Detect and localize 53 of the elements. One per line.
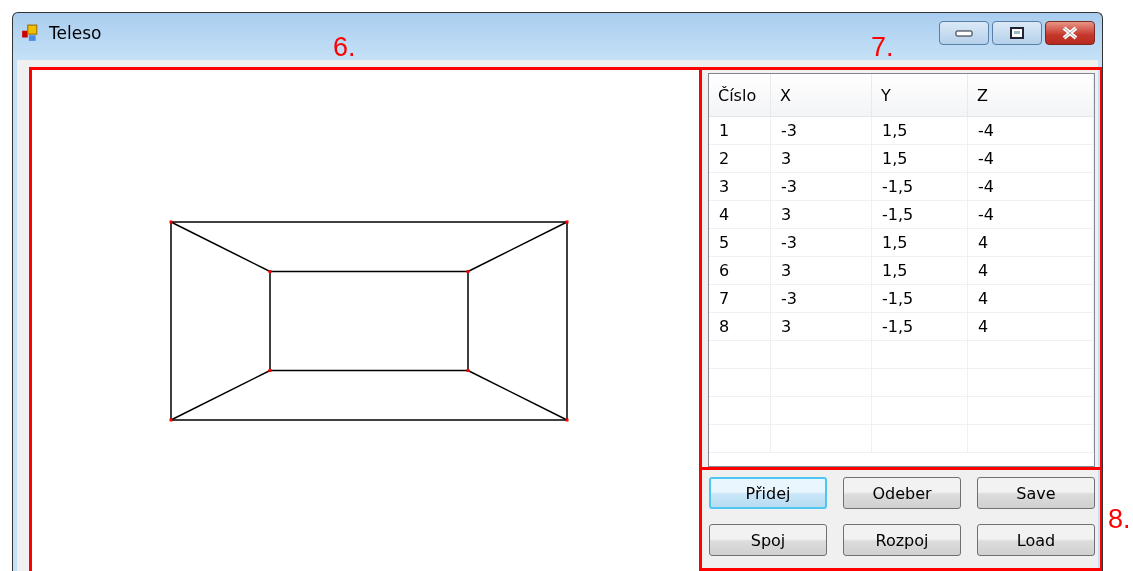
table-cell: 4 — [968, 257, 1094, 284]
table-cell: 4 — [709, 201, 771, 228]
annotation-label: 8. — [1108, 506, 1131, 533]
action-button[interactable]: Save — [977, 477, 1095, 509]
table-cell: -3 — [771, 117, 872, 144]
table-cell: 3 — [709, 173, 771, 200]
table-cell: -1,5 — [872, 201, 968, 228]
table-cell: 1 — [709, 117, 771, 144]
maximize-button[interactable] — [992, 21, 1042, 45]
action-button[interactable]: Spoj — [709, 524, 827, 556]
minimize-button[interactable] — [939, 21, 989, 45]
close-icon — [1061, 26, 1079, 40]
table-cell: 1,5 — [872, 117, 968, 144]
table-cell: 6 — [709, 257, 771, 284]
table-cell: 4 — [968, 229, 1094, 256]
table-cell: 3 — [771, 313, 872, 340]
table-cell: -4 — [968, 173, 1094, 200]
table-cell: -3 — [771, 173, 872, 200]
table-cell: -1,5 — [872, 173, 968, 200]
table-cell: -3 — [771, 229, 872, 256]
annotation-label: 7. — [871, 34, 894, 61]
table-cell: -1,5 — [872, 313, 968, 340]
minimize-icon — [955, 29, 973, 37]
table-cell: 2 — [709, 145, 771, 172]
column-header[interactable]: Z — [968, 74, 1094, 116]
table-cell: -4 — [968, 201, 1094, 228]
table-cell: 1,5 — [872, 229, 968, 256]
table-cell: -3 — [771, 285, 872, 312]
action-button[interactable]: Přidej — [709, 477, 827, 509]
close-button[interactable] — [1045, 21, 1095, 45]
table-cell: -4 — [968, 117, 1094, 144]
action-button[interactable]: Load — [977, 524, 1095, 556]
column-header[interactable]: Číslo — [709, 74, 771, 116]
table-cell: -1,5 — [872, 285, 968, 312]
column-header[interactable]: X — [771, 74, 872, 116]
table-cell: -4 — [968, 145, 1094, 172]
table-cell: 3 — [771, 257, 872, 284]
table-cell: 8 — [709, 313, 771, 340]
action-button[interactable]: Odeber — [843, 477, 961, 509]
table-cell: 7 — [709, 285, 771, 312]
action-button[interactable]: Rozpoj — [843, 524, 961, 556]
column-header[interactable]: Y — [872, 74, 968, 116]
maximize-icon — [1009, 27, 1025, 39]
table-cell: 1,5 — [872, 145, 968, 172]
app-icon — [21, 24, 39, 42]
table-cell: 3 — [771, 145, 872, 172]
table-cell: 5 — [709, 229, 771, 256]
window-title: Teleso — [49, 23, 102, 43]
table-cell: 1,5 — [872, 257, 968, 284]
annotation-label: 6. — [333, 34, 356, 61]
table-cell: 4 — [968, 313, 1094, 340]
table-cell: 3 — [771, 201, 872, 228]
table-cell: 4 — [968, 285, 1094, 312]
